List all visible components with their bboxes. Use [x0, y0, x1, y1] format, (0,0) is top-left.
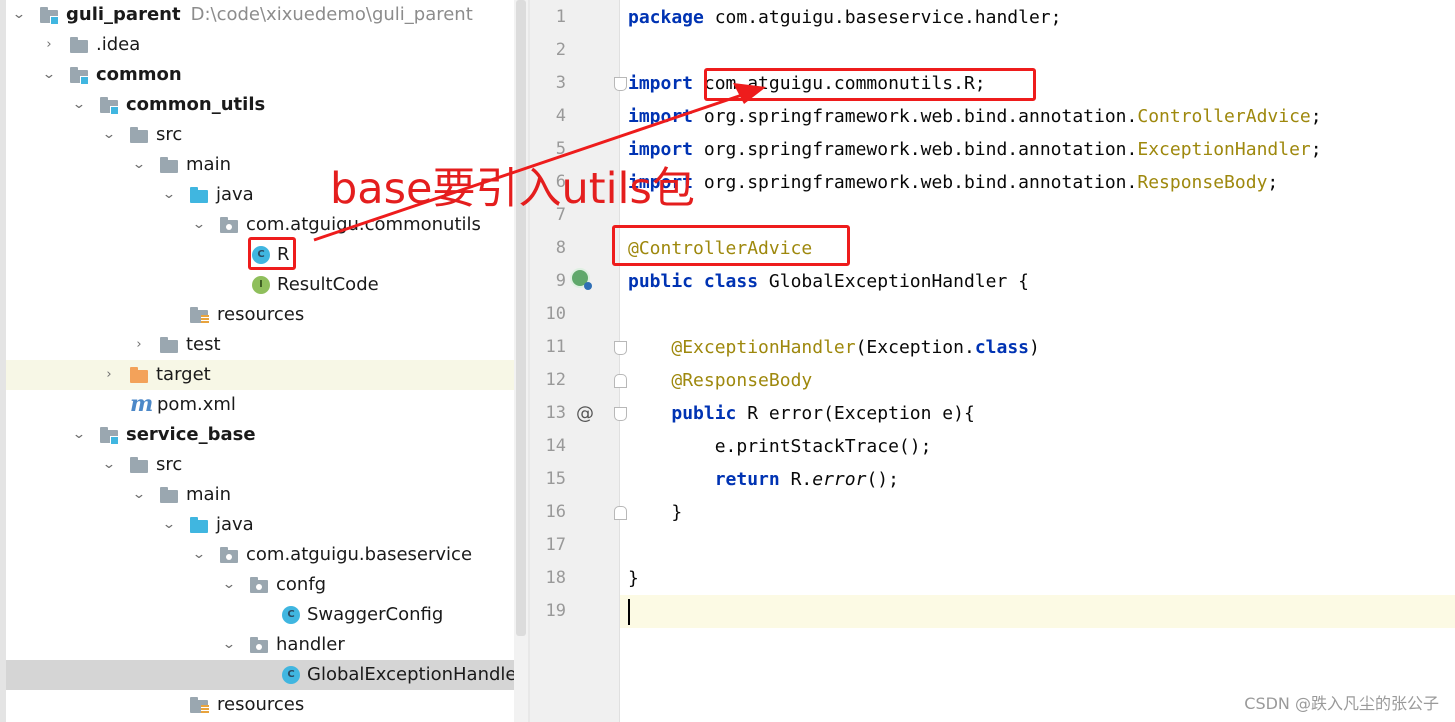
arrow-head [733, 83, 766, 104]
annotation-arrow [313, 83, 766, 242]
watermark: CSDN @跌入凡尘的张公子 [1244, 694, 1439, 713]
annotation-text: base要引入utils包 [330, 164, 695, 214]
